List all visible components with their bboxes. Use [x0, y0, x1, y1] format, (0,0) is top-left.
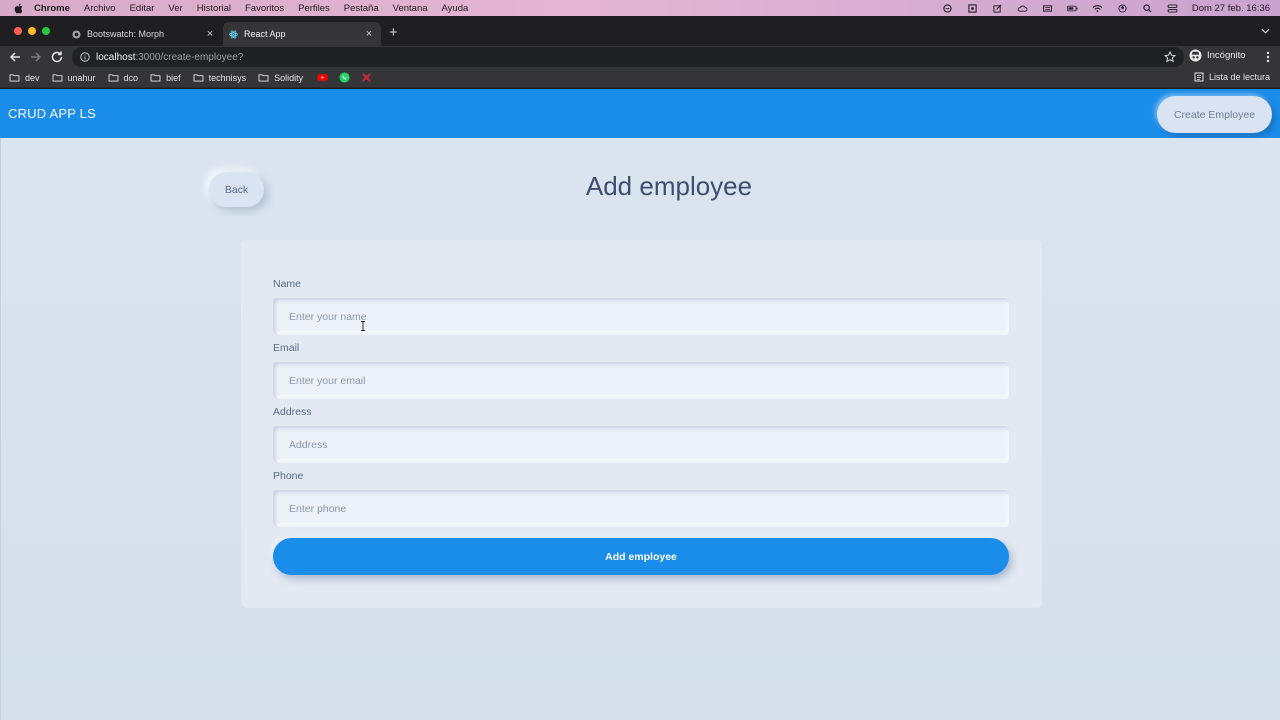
menu-perfiles[interactable]: Perfiles: [298, 3, 330, 14]
app-navbar: CRUD APP LS Create Employee: [0, 89, 1280, 138]
address-label: Address: [273, 406, 312, 418]
bootswatch-favicon-icon: [72, 29, 81, 39]
folder-icon: [150, 74, 161, 82]
address-input[interactable]: [273, 426, 1009, 463]
web-page: CRUD APP LS Create Employee Back Add emp…: [0, 89, 1280, 720]
incognito-icon: [1189, 49, 1202, 62]
folder-icon: [52, 74, 62, 82]
forward-arrow-icon[interactable]: [29, 50, 43, 64]
email-input[interactable]: [273, 362, 1009, 399]
reading-list-button[interactable]: Lista de lectura: [1194, 72, 1270, 82]
address-bar[interactable]: localhost:3000/create-employee?: [72, 47, 1184, 67]
tab-title: React App: [244, 29, 286, 39]
create-employee-button[interactable]: Create Employee: [1157, 96, 1272, 133]
menubar-status-area: Dom 27 feb. 16:36: [928, 0, 1270, 16]
page-title: Add employee: [585, 171, 753, 201]
bookmark-label: Solidity: [274, 72, 304, 83]
bookmark-label: dco: [123, 72, 139, 83]
user-switch-icon[interactable]: [1117, 3, 1128, 13]
apple-icon[interactable]: [12, 3, 25, 14]
bookmark-folder-dev[interactable]: dev: [9, 73, 40, 83]
bookmark-folder-solidity[interactable]: Solidity: [258, 73, 303, 83]
reading-list-icon: [1194, 72, 1204, 82]
bookmark-folder-technisys[interactable]: technisys: [193, 72, 247, 83]
menu-ayuda[interactable]: Ayuda: [442, 3, 469, 14]
control-center-icon[interactable]: [1167, 3, 1178, 13]
bookmark-red-app-icon[interactable]: [361, 72, 372, 83]
add-employee-submit-button[interactable]: Add employee: [273, 538, 1009, 575]
tab-bootswatch-morph[interactable]: Bootswatch: Morph ×: [66, 22, 222, 46]
folder-icon: [193, 74, 204, 82]
menubar-clock[interactable]: Dom 27 feb. 16:36: [1192, 3, 1270, 14]
email-label: Email: [273, 342, 300, 354]
back-arrow-icon[interactable]: [8, 50, 22, 64]
bookmark-folder-unahur[interactable]: unahur: [52, 73, 96, 83]
menu-favoritos[interactable]: Favoritos: [245, 3, 284, 14]
tab-title: Bootswatch: Morph: [87, 29, 165, 39]
site-info-icon[interactable]: [80, 52, 90, 62]
phone-label: Phone: [273, 470, 304, 482]
vpn-icon[interactable]: [942, 3, 953, 13]
tab-react-app[interactable]: React App ×: [223, 22, 381, 46]
bookmark-folder-dco[interactable]: dco: [108, 72, 139, 83]
menu-app-chrome[interactable]: Chrome: [34, 3, 70, 14]
youtube-icon[interactable]: [317, 72, 328, 83]
whatsapp-icon[interactable]: [339, 72, 350, 83]
tab-close-icon[interactable]: ×: [363, 28, 375, 40]
menu-historial[interactable]: Historial: [197, 3, 231, 14]
tab-close-icon[interactable]: ×: [204, 28, 216, 40]
incognito-profile-button[interactable]: Incógnito: [1189, 49, 1246, 62]
folder-icon: [9, 74, 20, 82]
new-tab-plus-icon[interactable]: +: [389, 25, 398, 40]
screenshot-icon[interactable]: [967, 3, 978, 13]
browser-toolbar: localhost:3000/create-employee? Incógnit…: [0, 46, 1280, 68]
app-brand[interactable]: CRUD APP LS: [8, 106, 96, 121]
wifi-icon[interactable]: [1092, 4, 1103, 13]
browser-tab-strip: Bootswatch: Morph × React App × +: [0, 16, 1280, 46]
name-label: Name: [273, 278, 302, 290]
reload-icon[interactable]: [50, 50, 64, 64]
folder-icon: [258, 74, 269, 82]
window-close-button[interactable]: [14, 27, 22, 35]
reading-list-label: Lista de lectura: [1208, 72, 1270, 82]
bookmark-label: technisys: [208, 72, 247, 83]
text-cursor-icon: [361, 321, 365, 331]
phone-input[interactable]: [273, 490, 1009, 527]
spotlight-search-icon[interactable]: [1142, 3, 1153, 13]
more-menu-icon[interactable]: [1266, 51, 1270, 63]
tab-search-chevron-down-icon[interactable]: [1261, 28, 1270, 34]
menu-ventana[interactable]: Ventana: [393, 3, 428, 14]
folder-icon: [108, 74, 118, 82]
menu-editar[interactable]: Editar: [130, 3, 155, 14]
window-minimize-button[interactable]: [28, 27, 36, 35]
battery-icon[interactable]: [1066, 4, 1078, 13]
bookmarks-bar: dev unahur dco bief technisys Solidity L…: [0, 68, 1280, 88]
page-content: Back Add employee Name Email Address Pho…: [0, 138, 1280, 720]
employee-form-card: Name Email Address Phone Add employee: [242, 241, 1041, 607]
edit-icon[interactable]: [992, 4, 1003, 13]
menu-archivo[interactable]: Archivo: [84, 3, 116, 14]
menu-ver[interactable]: Ver: [168, 3, 182, 14]
keyboard-icon[interactable]: [1042, 4, 1053, 13]
name-input[interactable]: [273, 298, 1009, 335]
react-favicon-icon: [229, 30, 238, 38]
bookmark-star-icon[interactable]: [1164, 51, 1176, 63]
bookmark-label: unahur: [67, 72, 96, 83]
menu-pestana[interactable]: Pestaña: [344, 3, 379, 14]
cloud-icon[interactable]: [1017, 4, 1028, 13]
window-zoom-button[interactable]: [42, 27, 50, 35]
bookmark-folder-bief[interactable]: bief: [150, 73, 181, 83]
profile-label: Incógnito: [1207, 50, 1246, 61]
bookmark-label: bief: [166, 72, 181, 83]
os-menubar: Chrome Archivo Editar Ver Historial Favo…: [0, 0, 1280, 16]
url-path: :3000/create-employee?: [135, 51, 244, 63]
bookmark-label: dev: [25, 72, 40, 83]
url-host: localhost: [96, 51, 136, 63]
